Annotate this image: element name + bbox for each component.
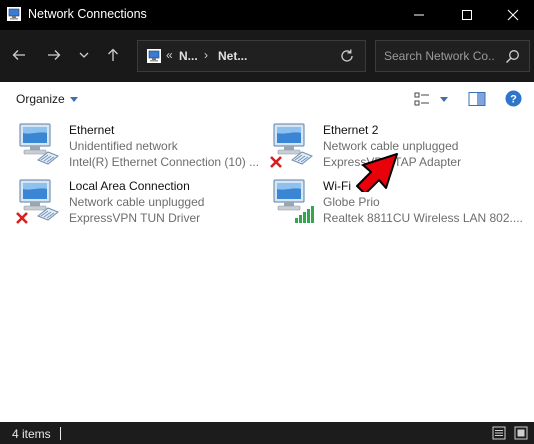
arrow-right-icon [48, 50, 61, 60]
refresh-icon[interactable] [339, 48, 355, 64]
content-area: Organize ? Ethernet Unidentified network… [0, 82, 534, 422]
large-icons-view-icon[interactable] [514, 426, 528, 440]
organize-label: Organize [16, 92, 65, 106]
command-bar: Organize ? [0, 82, 534, 116]
ethernet-adapter-icon [19, 123, 59, 165]
breadcrumb-item-2[interactable]: Net... [218, 49, 247, 63]
details-view-icon[interactable] [492, 426, 506, 440]
connection-name: Local Area Connection [69, 179, 190, 193]
network-connections-app-icon [7, 7, 21, 21]
caret-down-icon [69, 96, 78, 102]
preview-pane-icon[interactable] [468, 91, 486, 107]
forward-button[interactable] [43, 44, 65, 66]
connection-status: Globe Prio [323, 195, 380, 209]
change-view-icon[interactable] [414, 91, 430, 107]
connection-item-ethernet[interactable]: Ethernet Unidentified network Intel(R) E… [16, 122, 266, 174]
back-button[interactable] [8, 44, 30, 66]
breadcrumb-overflow[interactable]: « [166, 48, 173, 62]
organize-button[interactable]: Organize [16, 92, 78, 106]
address-bar[interactable]: « N... › Net... [137, 40, 366, 72]
close-icon [507, 9, 519, 21]
connection-name: Ethernet 2 [323, 123, 379, 137]
connection-text: Wi-Fi Globe Prio Realtek 8811CU Wireless… [323, 178, 523, 226]
help-icon[interactable]: ? [505, 90, 522, 107]
disconnected-x-icon [270, 156, 282, 168]
recent-locations-button[interactable] [73, 44, 95, 66]
status-separator [60, 427, 61, 440]
connection-status: Network cable unplugged [69, 195, 205, 209]
view-options-caret-icon[interactable] [440, 97, 448, 102]
network-connections-window: Network Connections « N... › Net... Sear… [0, 0, 534, 444]
connection-text: Local Area Connection Network cable unpl… [69, 178, 204, 226]
connection-text: Ethernet Unidentified network Intel(R) E… [69, 122, 259, 170]
item-count: 4 items [12, 427, 51, 441]
annotation-arrow-icon [356, 153, 398, 192]
connection-device: Realtek 8811CU Wireless LAN 802.... [323, 211, 523, 225]
maximize-icon [462, 10, 472, 20]
svg-text:?: ? [510, 94, 517, 106]
disconnected-x-icon [16, 212, 28, 224]
network-connections-folder-icon [147, 49, 161, 63]
status-bar: 4 items [0, 422, 534, 444]
connection-item-local-area-connection[interactable]: Local Area Connection Network cable unpl… [16, 178, 266, 230]
close-button[interactable] [490, 0, 534, 30]
ethernet-adapter-icon [16, 179, 59, 224]
window-title: Network Connections [28, 7, 147, 21]
search-placeholder[interactable]: Search Network Co... [384, 49, 494, 63]
connection-device: Intel(R) Ethernet Connection (10) ... [69, 155, 260, 169]
minimize-button[interactable] [396, 0, 442, 30]
arrow-left-icon [12, 50, 25, 60]
wifi-adapter-icon [273, 179, 314, 223]
title-bar: Network Connections [0, 0, 534, 30]
connection-name: Wi-Fi [323, 179, 351, 193]
maximize-button[interactable] [444, 0, 490, 30]
up-button[interactable] [102, 44, 124, 66]
arrow-up-icon [108, 48, 118, 61]
navigation-bar: « N... › Net... Search Network Co... [0, 30, 534, 82]
minimize-icon [414, 14, 424, 16]
breadcrumb-item-1[interactable]: N... [179, 49, 198, 63]
connection-status: Unidentified network [69, 139, 178, 153]
search-box[interactable]: Search Network Co... [375, 40, 530, 72]
breadcrumb-separator[interactable]: › [204, 48, 208, 62]
search-icon[interactable] [505, 49, 520, 64]
ethernet-adapter-icon [270, 123, 313, 168]
chevron-down-icon [79, 52, 89, 58]
connection-name: Ethernet [69, 123, 115, 137]
connection-device: ExpressVPN TUN Driver [69, 211, 201, 225]
